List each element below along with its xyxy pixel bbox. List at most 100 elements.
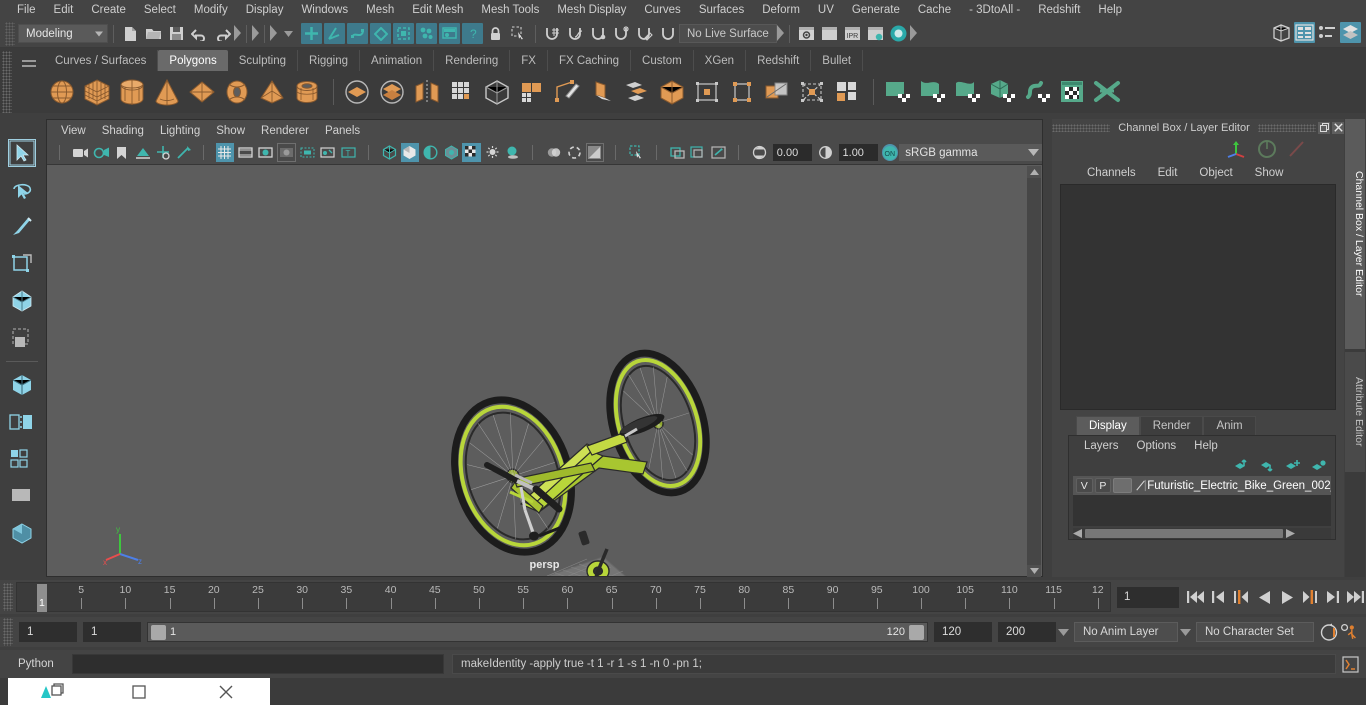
restore-icon[interactable] — [8, 678, 95, 705]
menu-item-uv[interactable]: UV — [809, 0, 843, 20]
shelf-tab-rendering[interactable]: Rendering — [434, 50, 511, 71]
layer-tab-display[interactable]: Display — [1076, 416, 1140, 435]
gamma-icon[interactable] — [816, 143, 835, 162]
shaded-wireframe-icon[interactable] — [421, 143, 440, 162]
field-chart-icon[interactable] — [298, 143, 317, 162]
move-layer-up-icon[interactable] — [1233, 458, 1249, 472]
scroll-left-icon[interactable] — [1073, 529, 1083, 538]
selection-mode-flag-icon[interactable] — [252, 25, 259, 42]
snap-to-curve-icon[interactable] — [565, 23, 586, 44]
channel-box-menu-item-channels[interactable]: Channels — [1076, 167, 1147, 179]
shelf-tab-custom[interactable]: Custom — [631, 50, 694, 71]
menu-item-modify[interactable]: Modify — [185, 0, 237, 20]
screen-space-ao-icon[interactable] — [545, 143, 564, 162]
image-plane-icon[interactable] — [133, 143, 152, 162]
open-scene-icon[interactable] — [143, 23, 164, 44]
safe-title-icon[interactable]: T — [339, 143, 358, 162]
menu-item-select[interactable]: Select — [135, 0, 185, 20]
mask-dropdown-icon[interactable] — [278, 23, 299, 44]
scale-tool[interactable] — [4, 320, 40, 356]
layer-tab-render[interactable]: Render — [1139, 416, 1204, 435]
viewport-menu-item-show[interactable]: Show — [208, 125, 253, 137]
command-input[interactable] — [72, 654, 444, 674]
animation-preferences-icon[interactable] — [1340, 621, 1360, 643]
shelf-tab-animation[interactable]: Animation — [360, 50, 435, 71]
poly-bevel-icon[interactable] — [481, 76, 513, 108]
poly-boolean-icon[interactable] — [341, 76, 373, 108]
layer-menu-item-help[interactable]: Help — [1185, 440, 1227, 452]
panel-gripper-left[interactable] — [1052, 123, 1111, 132]
lock-camera-icon[interactable] — [92, 143, 111, 162]
viewport-menu-item-renderer[interactable]: Renderer — [253, 125, 317, 137]
new-layer-icon[interactable] — [1285, 459, 1301, 472]
sculpt-pinch-icon[interactable] — [916, 76, 948, 108]
grid-toggle-icon[interactable] — [215, 143, 235, 162]
menu-set-selector[interactable]: Modeling — [18, 24, 108, 43]
move-axis-icon[interactable] — [1224, 138, 1248, 160]
time-slider[interactable]: 1 5 10 15 20 25 30 35 40 45 50 55 60 65 70 75 80 85 90 95 1… — [16, 582, 1111, 612]
isolate-select-icon[interactable] — [627, 143, 646, 162]
range-start-time-field[interactable]: 1 — [83, 622, 141, 642]
scale-handle-icon[interactable] — [1286, 138, 1308, 160]
ipr-render-icon[interactable] — [819, 23, 840, 44]
light-toggle-icon[interactable] — [483, 143, 502, 162]
menu-item-surfaces[interactable]: Surfaces — [690, 0, 753, 20]
panel-gripper-right[interactable] — [1257, 123, 1316, 132]
menu-item-cache[interactable]: Cache — [909, 0, 960, 20]
poly-crease-icon[interactable] — [691, 76, 723, 108]
scroll-up-icon[interactable] — [1027, 166, 1041, 178]
menu-item-windows[interactable]: Windows — [292, 0, 357, 20]
snap-to-projected-center-icon[interactable] — [611, 23, 632, 44]
step-back-frame-icon[interactable] — [1231, 586, 1251, 608]
close-icon[interactable] — [183, 678, 270, 705]
safe-action-icon[interactable] — [318, 143, 337, 162]
menu-item-edit[interactable]: Edit — [45, 0, 83, 20]
film-gate-icon[interactable] — [236, 143, 255, 162]
menu-item-deform[interactable]: Deform — [753, 0, 809, 20]
selection-mask-flag-icon[interactable] — [234, 25, 241, 42]
channel-box-list[interactable] — [1060, 184, 1336, 410]
bookmark-icon[interactable] — [113, 143, 132, 162]
color-management-dropdown-icon[interactable] — [1024, 144, 1043, 161]
viewport-menu-item-view[interactable]: View — [53, 125, 94, 137]
shelf-tab-bullet[interactable]: Bullet — [811, 50, 864, 71]
layer-menu-item-layers[interactable]: Layers — [1075, 440, 1128, 452]
playback-options-dropdown-icon[interactable] — [1056, 622, 1070, 642]
range-slider-gripper[interactable] — [3, 618, 13, 646]
poly-sphere-icon[interactable] — [46, 76, 78, 108]
minimize-icon[interactable] — [95, 678, 182, 705]
xray-joints-icon[interactable] — [689, 143, 708, 162]
move-tool[interactable] — [4, 246, 40, 282]
side-tab-channel-box[interactable]: Channel Box / Layer Editor — [1345, 119, 1365, 349]
status-line-gripper[interactable] — [5, 21, 15, 46]
texture-toggle-icon[interactable] — [462, 143, 481, 162]
range-end-time-field[interactable]: 120 — [934, 622, 992, 642]
rotate-tool[interactable] — [4, 283, 40, 319]
render-current-frame-icon[interactable] — [796, 23, 817, 44]
range-slider-track[interactable]: 1 120 — [148, 623, 927, 641]
play-forwards-icon[interactable] — [1277, 586, 1297, 608]
select-by-component-icon[interactable] — [347, 23, 368, 44]
viewport-scrollbar[interactable] — [1027, 166, 1041, 577]
ipr-layout-tool[interactable] — [4, 441, 40, 477]
layer-row[interactable]: V P Futuristic_Electric_Bike_Green_002_l… — [1073, 476, 1331, 495]
show-hide-channel-box-icon[interactable] — [1340, 22, 1361, 43]
layer-color-swatch[interactable] — [1113, 478, 1133, 493]
range-end-handle[interactable] — [909, 624, 924, 640]
snap-to-point-icon[interactable] — [588, 23, 609, 44]
select-by-hierarchy-icon[interactable] — [301, 23, 322, 44]
exposure-field[interactable]: 0.00 — [772, 144, 812, 161]
parm-component-icon[interactable] — [393, 23, 414, 44]
poly-smooth-icon[interactable] — [446, 76, 478, 108]
cage-component-icon[interactable] — [416, 23, 437, 44]
menu-item-help[interactable]: Help — [1089, 0, 1131, 20]
grab-viewport-icon[interactable] — [174, 143, 193, 162]
sculpt-flatten-icon[interactable] — [951, 76, 983, 108]
anim-layer-selector[interactable]: No Anim Layer — [1074, 622, 1178, 642]
poly-cube-icon[interactable] — [81, 76, 113, 108]
snap-magnet-tool[interactable] — [4, 404, 40, 440]
scroll-right-icon[interactable] — [1285, 529, 1295, 538]
viewport-menu-item-shading[interactable]: Shading — [94, 125, 152, 137]
color-management-field[interactable]: sRGB gamma — [899, 144, 1025, 161]
shadow-toggle-icon[interactable] — [503, 143, 522, 162]
